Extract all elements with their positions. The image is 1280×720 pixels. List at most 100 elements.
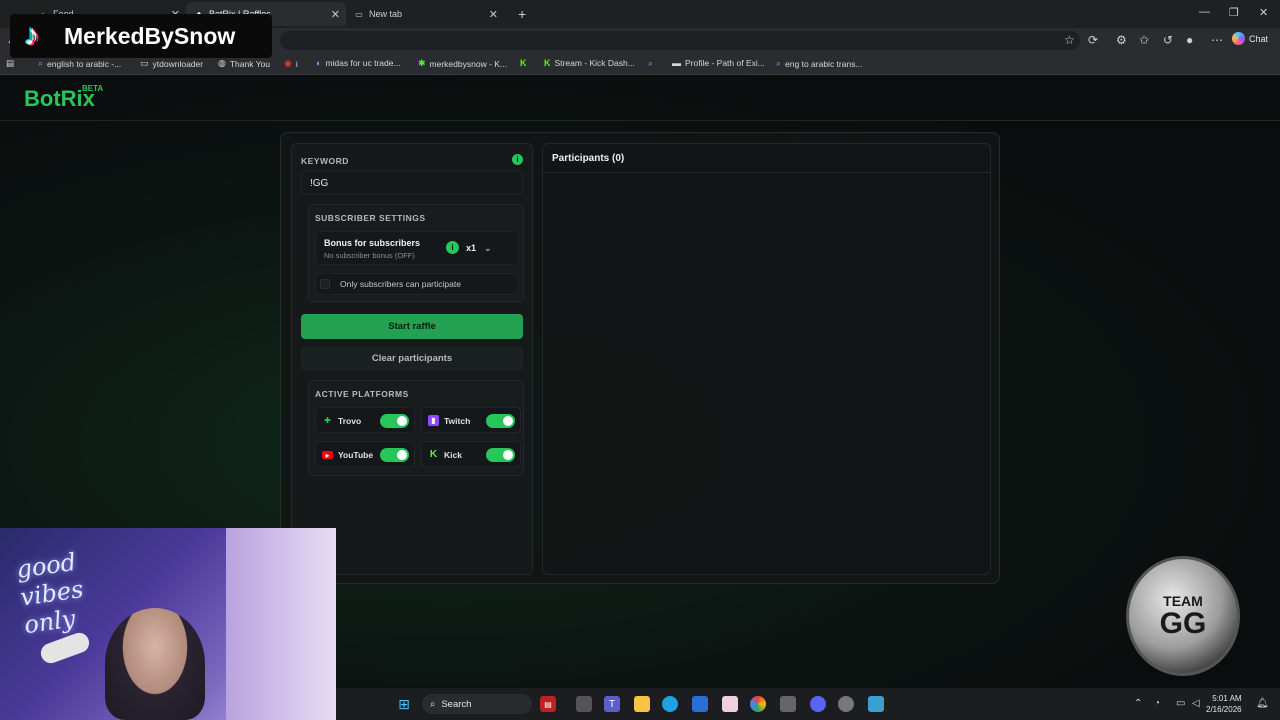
store-icon[interactable]: [692, 696, 708, 712]
chat-label: Chat: [1249, 33, 1269, 44]
start-raffle-button[interactable]: Start raffle: [301, 314, 523, 339]
new-tab-button[interactable]: +: [510, 2, 530, 26]
flag-app-icon[interactable]: ▤: [540, 696, 556, 712]
new-tab-favicon-icon: ▭: [355, 9, 363, 19]
bookmark-eng-to-arabic[interactable]: ⌕ eng to arabic trans...: [776, 58, 863, 69]
chrome-icon[interactable]: [750, 696, 766, 712]
display-icon[interactable]: ▭: [1176, 698, 1185, 709]
bonus-for-subscribers-row: Bonus for subscribers No subscriber bonu…: [315, 231, 519, 265]
address-input[interactable]: [280, 31, 1080, 50]
keyword-label: KEYWORD: [301, 156, 349, 166]
globe-icon: ◍: [218, 58, 226, 68]
tab-label: New tab: [369, 9, 403, 19]
windows-taskbar: ⊞ ⌕ Search ▤ T ⌃ ◔ ▭ ◁ 5:01 AM 2/16/2026…: [336, 688, 1280, 720]
edge-icon[interactable]: [662, 696, 678, 712]
bookmark-path-of-exile[interactable]: ▬ Profile - Path of Exi...: [672, 58, 765, 68]
close-icon[interactable]: ✕: [489, 8, 498, 21]
close-window-icon[interactable]: ✕: [1259, 6, 1268, 19]
bookmark-label: Stream - Kick Dash...: [554, 58, 635, 68]
brand-logo[interactable]: BotRix BETA: [24, 84, 103, 112]
platform-name: Trovo: [338, 416, 362, 426]
clear-participants-button[interactable]: Clear participants: [301, 346, 523, 370]
info-icon[interactable]: i: [446, 241, 459, 254]
copilot-icon: [1232, 32, 1245, 45]
more-menu-icon[interactable]: ⋯: [1211, 33, 1223, 47]
bookmark-kick[interactable]: K: [520, 58, 531, 68]
bookmark-label: midas for uc trade...: [325, 58, 401, 68]
bonus-title: Bonus for subscribers: [324, 238, 421, 248]
subscriber-settings-title: SUBSCRIBER SETTINGS: [315, 213, 426, 223]
bookmark-merkedbysnow[interactable]: ✱ merkedbysnow - K...: [418, 58, 507, 69]
clock-time: 5:01 AM: [1212, 694, 1242, 703]
discord-icon[interactable]: [810, 696, 826, 712]
search-label: Search: [441, 698, 472, 710]
app-icon[interactable]: [722, 696, 738, 712]
platform-youtube: ▸ YouTube: [315, 441, 415, 467]
task-view-icon[interactable]: [576, 696, 592, 712]
team-gg-badge: TEAM GG: [1126, 556, 1240, 676]
bookmark-english-to-arabic[interactable]: ⌕ english to arabic -...: [38, 58, 121, 69]
trovo-toggle[interactable]: [380, 414, 409, 428]
keyword-input[interactable]: [301, 171, 523, 195]
bookmarks-menu-icon[interactable]: ▤: [6, 58, 14, 69]
search-icon: ⌕: [776, 58, 782, 68]
extensions-icon[interactable]: ⚙: [1116, 33, 1127, 47]
search-icon: ⌕: [430, 698, 436, 710]
bookmark-search[interactable]: ⌕: [648, 58, 657, 69]
obs-icon[interactable]: [838, 696, 854, 712]
streamer: [105, 608, 205, 720]
youtube-toggle[interactable]: [380, 448, 409, 462]
notepad-icon[interactable]: [868, 696, 884, 712]
bonus-multiplier-select[interactable]: x1 ⌄: [466, 240, 510, 256]
tray-overflow-icon[interactable]: ⌃: [1134, 698, 1142, 709]
active-platforms-title: ACTIVE PLATFORMS: [315, 389, 409, 399]
refresh-extension-icon[interactable]: ⟳: [1088, 33, 1098, 47]
copilot-chat-button[interactable]: Chat: [1232, 32, 1268, 45]
bookmark-stream-kick-dash[interactable]: K Stream - Kick Dash...: [544, 58, 635, 68]
notification-bell-icon[interactable]: 🔔︎: [1256, 698, 1269, 709]
twitch-toggle[interactable]: [486, 414, 515, 428]
bookmark-i[interactable]: ◉ i: [284, 58, 298, 69]
youtube-icon: ▸: [322, 451, 333, 460]
minimize-icon[interactable]: —: [1199, 6, 1210, 18]
bookmark-label: eng to arabic trans...: [785, 58, 863, 69]
file-explorer-icon[interactable]: [634, 696, 650, 712]
header-divider: [0, 120, 1280, 121]
beta-badge: BETA: [82, 84, 104, 93]
twitch-icon: ▮: [428, 415, 439, 426]
tab-new-tab[interactable]: ▭ New tab ✕: [346, 2, 504, 26]
search-icon: ⌕: [38, 58, 44, 68]
platform-trovo: ✚ Trovo: [315, 407, 415, 433]
bookmark-thank-you[interactable]: ◍ Thank You: [218, 58, 270, 69]
favorite-star-icon[interactable]: ☆: [1064, 33, 1075, 47]
taskbar-clock[interactable]: 5:01 AM 2/16/2026: [1206, 693, 1242, 715]
clock-date: 2/16/2026: [1206, 705, 1242, 714]
bookmark-ytdownloader[interactable]: ▭ ytdownloader: [140, 58, 203, 69]
bookmark-midas[interactable]: ◐ midas for uc trade...: [316, 58, 401, 68]
only-subscribers-label: Only subscribers can participate: [340, 279, 461, 289]
favorites-icon[interactable]: ✩: [1139, 33, 1149, 47]
network-icon[interactable]: ◔: [1154, 698, 1160, 709]
only-subscribers-checkbox[interactable]: [320, 279, 330, 289]
bonus-multiplier-value: x1: [466, 243, 477, 253]
windows-start-icon[interactable]: ⊞: [396, 696, 412, 712]
restore-icon[interactable]: ❐: [1229, 6, 1239, 19]
raffle-settings-panel: KEYWORD i SUBSCRIBER SETTINGS Bonus for …: [291, 143, 533, 575]
taskbar-search[interactable]: ⌕ Search: [422, 694, 532, 714]
only-subscribers-option[interactable]: Only subscribers can participate: [315, 273, 519, 295]
tiktok-overlay: ♪ MerkedBySnow: [10, 14, 272, 58]
platform-kick: K Kick: [421, 441, 521, 467]
neon-sign: good vibes only: [14, 547, 85, 640]
teams-icon[interactable]: T: [604, 696, 620, 712]
bonus-subtitle: No subscriber bonus (OFF): [324, 251, 415, 260]
kick-toggle[interactable]: [486, 448, 515, 462]
volume-icon[interactable]: ◁: [1192, 698, 1200, 709]
profile-avatar-icon[interactable]: ●: [1186, 33, 1193, 47]
platform-name: YouTube: [338, 450, 374, 460]
close-icon[interactable]: ✕: [331, 8, 340, 21]
history-icon[interactable]: ↺: [1163, 33, 1173, 47]
info-icon[interactable]: i: [512, 154, 523, 165]
app-icon[interactable]: [780, 696, 796, 712]
bookmark-label: merkedbysnow - K...: [429, 58, 508, 69]
platform-name: Twitch: [444, 416, 471, 426]
